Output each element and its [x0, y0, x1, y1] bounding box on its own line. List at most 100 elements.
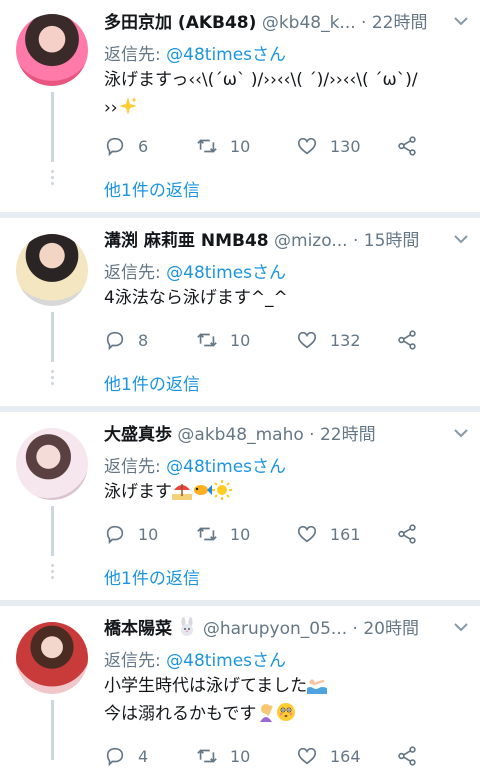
tweet[interactable]: 多田京加 (AKB48) @kb48_k... · 22時間 返信先: @48t…: [0, 0, 480, 218]
reply-prefix: 返信先:: [104, 651, 167, 671]
tweet[interactable]: 橋本陽菜 @harupyon_05... · 20時間 返信先: @48time…: [0, 606, 480, 767]
time-separator: ·: [347, 619, 364, 639]
tweet-text-line: 4泳法なら泳げます^_^: [104, 288, 288, 308]
reply-prefix: 返信先:: [104, 45, 167, 65]
tweet-header: 大盛真歩 @akb48_maho · 22時間: [104, 422, 468, 448]
tweet-text-line-2: 今は溺れるかもです: [104, 700, 462, 728]
thread-dots: [50, 370, 55, 388]
author-name[interactable]: 多田京加 (AKB48): [104, 13, 256, 33]
reply-prefix: 返信先:: [104, 263, 167, 283]
reply-button[interactable]: 6: [104, 134, 148, 158]
share-icon: [398, 524, 416, 544]
avatar[interactable]: [16, 14, 88, 86]
retweet-icon: [197, 749, 217, 763]
retweet-button[interactable]: 10: [196, 134, 250, 158]
reply-button[interactable]: 4: [104, 744, 148, 768]
like-icon: [297, 331, 317, 349]
thread-dots: [50, 564, 55, 582]
tweet-actions: 4 10 164: [104, 744, 424, 768]
retweet-button[interactable]: 10: [196, 744, 250, 768]
reply-icon: [106, 525, 124, 545]
share-icon: [398, 136, 416, 156]
reply-count: 4: [138, 746, 149, 766]
retweet-icon: [197, 333, 217, 347]
reply-to: 返信先: @48timesさん: [104, 258, 286, 283]
like-icon: [297, 525, 317, 543]
more-replies-link[interactable]: 他1件の返信: [104, 176, 200, 201]
like-button[interactable]: 164: [296, 744, 361, 768]
like-button[interactable]: 132: [296, 328, 361, 352]
share-button[interactable]: [396, 328, 418, 352]
thread-line: [51, 506, 54, 556]
tropical-fish-icon: [194, 485, 212, 495]
retweet-button[interactable]: 10: [196, 522, 250, 546]
tweet-text-line: 泳げます: [104, 478, 462, 506]
tweet-time[interactable]: 20時間: [363, 619, 419, 639]
share-button[interactable]: [396, 522, 418, 546]
author-handle[interactable]: @kb48_k...: [262, 13, 356, 33]
retweet-count: 10: [230, 330, 251, 350]
tweet[interactable]: 大盛真歩 @akb48_maho · 22時間 返信先: @48timesさん …: [0, 412, 480, 606]
share-button[interactable]: [396, 134, 418, 158]
avatar[interactable]: [16, 234, 88, 306]
chevron-down-icon[interactable]: [452, 424, 470, 442]
like-button[interactable]: 130: [296, 134, 361, 158]
time-separator: ·: [347, 231, 364, 251]
author-handle[interactable]: @akb48_maho: [177, 425, 303, 445]
chevron-down-icon[interactable]: [452, 12, 470, 30]
like-count: 164: [330, 746, 361, 766]
reply-count: 8: [138, 330, 149, 350]
retweet-count: 10: [230, 136, 251, 156]
like-button[interactable]: 161: [296, 522, 361, 546]
more-replies-link[interactable]: 他1件の返信: [104, 564, 200, 589]
retweet-count: 10: [230, 524, 251, 544]
tweet-time[interactable]: 15時間: [364, 231, 420, 251]
tweet-text: 4泳法なら泳げます^_^: [104, 284, 462, 312]
tweet[interactable]: 溝渕 麻莉亜 NMB48 @mizo... · 15時間 返信先: @48tim…: [0, 218, 480, 412]
share-icon: [398, 330, 416, 350]
share-button[interactable]: [396, 744, 418, 768]
reply-to: 返信先: @48timesさん: [104, 452, 286, 477]
swimmer-icon: [307, 679, 328, 694]
author-handle[interactable]: @harupyon_05...: [203, 619, 347, 639]
chevron-down-icon[interactable]: [452, 618, 470, 636]
tweet-actions: 8 10 132: [104, 328, 424, 352]
reply-to: 返信先: @48timesさん: [104, 646, 286, 671]
reply-mention[interactable]: @48timesさん: [166, 651, 286, 671]
tweet-header: 橋本陽菜 @harupyon_05... · 20時間: [104, 616, 468, 642]
reply-mention[interactable]: @48timesさん: [166, 45, 286, 65]
tweet-time[interactable]: 22時間: [320, 425, 376, 445]
chevron-down-icon[interactable]: [452, 230, 470, 248]
author-name[interactable]: 橋本陽菜: [104, 619, 172, 639]
sun-icon: [212, 480, 232, 500]
reply-icon: [106, 747, 124, 767]
tweet-text-line: 小学生時代は泳げてました: [104, 672, 462, 700]
more-replies-link[interactable]: 他1件の返信: [104, 370, 200, 395]
reply-icon: [106, 331, 124, 351]
thread-line: [51, 92, 54, 162]
author-handle[interactable]: @mizo...: [274, 231, 348, 251]
beach-umbrella-icon: [172, 484, 192, 500]
reply-mention[interactable]: @48timesさん: [166, 457, 286, 477]
tweet-time[interactable]: 22時間: [372, 13, 428, 33]
like-icon: [297, 137, 317, 155]
thread-line: [51, 700, 54, 760]
tweet-header: 溝渕 麻莉亜 NMB48 @mizo... · 15時間: [104, 228, 468, 254]
tweet-text-part: 泳げます: [104, 482, 172, 502]
author-name[interactable]: 大盛真歩: [104, 425, 172, 445]
tweet-header: 多田京加 (AKB48) @kb48_k... · 22時間: [104, 10, 468, 36]
retweet-button[interactable]: 10: [196, 328, 250, 352]
reply-mention[interactable]: @48timesさん: [166, 263, 286, 283]
like-count: 161: [330, 524, 361, 544]
tweet-text-line: 泳げますっ‹‹\(´ω` )/››‹‹\( ´)/››‹‹\( ´ω`)/: [104, 70, 418, 90]
reply-button[interactable]: 10: [104, 522, 158, 546]
share-icon: [398, 746, 416, 766]
rabbit-face-icon: [181, 617, 194, 636]
tweet-text-part: 小学生時代は泳げてました: [104, 676, 308, 696]
avatar[interactable]: [16, 622, 88, 694]
reply-button[interactable]: 8: [104, 328, 148, 352]
tweet-text: 泳げますっ‹‹\(´ω` )/››‹‹\( ´)/››‹‹\( ´ω`)/ ››: [104, 66, 462, 122]
author-name[interactable]: 溝渕 麻莉亜 NMB48: [104, 231, 269, 251]
tweet-text-part: 今は溺れるかもです: [104, 704, 257, 724]
avatar[interactable]: [16, 428, 88, 500]
